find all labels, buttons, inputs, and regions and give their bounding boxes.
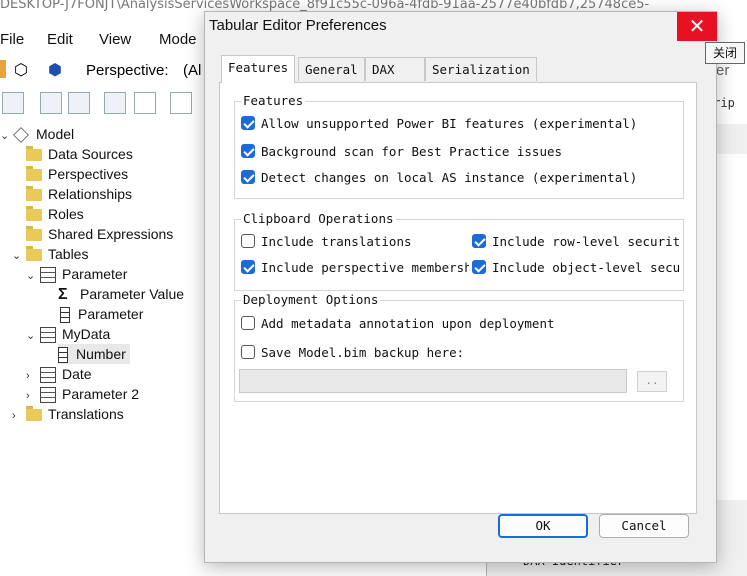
tree-item-table-parameter[interactable]: ⌄ Parameter — [26, 264, 127, 284]
checkbox-checked-icon — [241, 170, 255, 184]
tree-item-column-number[interactable]: Number — [58, 344, 130, 364]
menu-view[interactable]: View — [99, 31, 131, 48]
deployment-group-label: Deployment Options — [241, 292, 381, 307]
include-perspective-membership-checkbox[interactable]: Include perspective membersh — [241, 259, 469, 277]
tree-item-table-date[interactable]: › Date — [26, 364, 92, 384]
table-icon — [40, 267, 56, 284]
menu-edit[interactable]: Edit — [47, 31, 73, 48]
measure-icon: Σ — [58, 286, 68, 303]
include-rls-checkbox[interactable]: Include row-level securit — [472, 233, 680, 251]
ok-button[interactable]: OK — [498, 514, 588, 538]
background-bpa-scan-checkbox[interactable]: Background scan for Best Practice issues — [241, 143, 562, 161]
hierarchy-icon[interactable] — [40, 92, 62, 114]
cancel-button[interactable]: Cancel — [599, 514, 689, 538]
folder-icon — [26, 166, 42, 182]
features-tab-panel: Features Allow unsupported Power BI feat… — [219, 82, 697, 514]
folder-icon — [26, 406, 42, 422]
dialog-title: Tabular Editor Preferences — [209, 17, 387, 34]
tab-serialization[interactable]: Serialization — [425, 57, 537, 81]
include-translations-checkbox[interactable]: Include translations — [241, 233, 412, 251]
folder-view-icon[interactable] — [104, 92, 126, 114]
folder-icon — [26, 186, 42, 202]
column-icon — [58, 347, 68, 364]
folder-icon — [26, 146, 42, 162]
checkbox-checked-icon — [472, 234, 486, 248]
perspective-select[interactable]: (Al — [183, 62, 201, 79]
chevron-down-icon[interactable]: ⌄ — [26, 266, 40, 286]
right-edge-label: er — [716, 62, 730, 79]
checkbox-unchecked-icon — [241, 345, 255, 359]
tree-item-column-parameter[interactable]: Parameter — [60, 304, 143, 324]
toolbar-tree — [0, 92, 230, 120]
save-backup-checkbox[interactable]: Save Model.bim backup here: — [241, 344, 464, 362]
checkbox-unchecked-icon — [241, 234, 255, 248]
allow-unsupported-pbi-checkbox[interactable]: Allow unsupported Power BI features (exp… — [241, 115, 637, 133]
folder-icon — [26, 246, 42, 262]
detect-local-changes-checkbox[interactable]: Detect changes on local AS instance (exp… — [241, 169, 637, 187]
features-group-label: Features — [241, 93, 306, 108]
chevron-down-icon[interactable]: ⌄ — [12, 246, 26, 266]
tree-item-model[interactable]: ⌄ Model — [0, 124, 74, 144]
deploy-icon[interactable]: ⬢ — [48, 60, 62, 80]
features-group: Features Allow unsupported Power BI feat… — [234, 93, 684, 199]
clipboard-group: Clipboard Operations Include translation… — [234, 211, 684, 291]
columns-icon[interactable] — [170, 92, 192, 114]
checkbox-checked-icon — [472, 260, 486, 274]
backup-path-input[interactable] — [239, 369, 627, 393]
cube-view-icon[interactable] — [68, 92, 90, 114]
tree-item-roles[interactable]: Roles — [26, 204, 84, 224]
tree-item-shared-expressions[interactable]: Shared Expressions — [26, 224, 173, 244]
cube-icon[interactable]: ⬡ — [14, 60, 28, 80]
folder-icon — [26, 206, 42, 222]
tab-general[interactable]: General — [298, 57, 365, 81]
tree-item-translations[interactable]: › Translations — [12, 404, 124, 424]
menu-model[interactable]: Mode — [159, 31, 197, 48]
filter-icon[interactable] — [134, 92, 156, 114]
tree-item-table-mydata[interactable]: ⌄ MyData — [26, 324, 110, 344]
model-icon — [13, 127, 29, 144]
add-metadata-annotation-checkbox[interactable]: Add metadata annotation upon deployment — [241, 315, 555, 333]
tree-item-data-sources[interactable]: Data Sources — [26, 144, 133, 164]
checkbox-checked-icon — [241, 144, 255, 158]
table-icon — [40, 387, 56, 404]
chevron-right-icon[interactable]: › — [26, 366, 40, 386]
menu-file[interactable]: File — [0, 31, 24, 48]
folder-icon — [26, 226, 42, 242]
checkbox-unchecked-icon — [241, 316, 255, 330]
tab-dax[interactable]: DAX — [365, 57, 425, 81]
tab-features[interactable]: Features — [221, 55, 296, 83]
chevron-right-icon[interactable]: › — [12, 406, 26, 426]
tree-item-tables[interactable]: ⌄ Tables — [12, 244, 88, 264]
preferences-dialog: Tabular Editor Preferences ✕ Features Ge… — [204, 11, 717, 563]
table-icon — [40, 327, 56, 344]
table-icon — [40, 367, 56, 384]
close-button[interactable]: ✕ — [677, 12, 717, 41]
tree-item-measure-parameter-value[interactable]: Σ Parameter Value — [58, 284, 184, 304]
toolbar-edge-icon[interactable] — [0, 60, 6, 78]
checkbox-checked-icon — [241, 116, 255, 130]
perspective-label: Perspective: — [86, 62, 169, 79]
chevron-down-icon[interactable]: ⌄ — [0, 126, 14, 146]
tree-item-perspectives[interactable]: Perspectives — [26, 164, 128, 184]
browse-button[interactable]: .. — [637, 371, 667, 392]
checkbox-checked-icon — [241, 260, 255, 274]
column-icon — [60, 307, 70, 324]
tree-item-table-parameter-2[interactable]: › Parameter 2 — [26, 384, 139, 404]
close-tooltip: 关闭 — [705, 42, 745, 64]
tree-item-relationships[interactable]: Relationships — [26, 184, 132, 204]
chevron-right-icon[interactable]: › — [26, 386, 40, 406]
column-view-icon[interactable] — [12, 92, 34, 114]
right-panel-toolbar — [712, 124, 747, 154]
include-ols-checkbox[interactable]: Include object-level secu — [472, 259, 680, 277]
clipboard-group-label: Clipboard Operations — [241, 211, 396, 226]
close-icon: ✕ — [688, 14, 706, 38]
chevron-down-icon[interactable]: ⌄ — [26, 326, 40, 346]
